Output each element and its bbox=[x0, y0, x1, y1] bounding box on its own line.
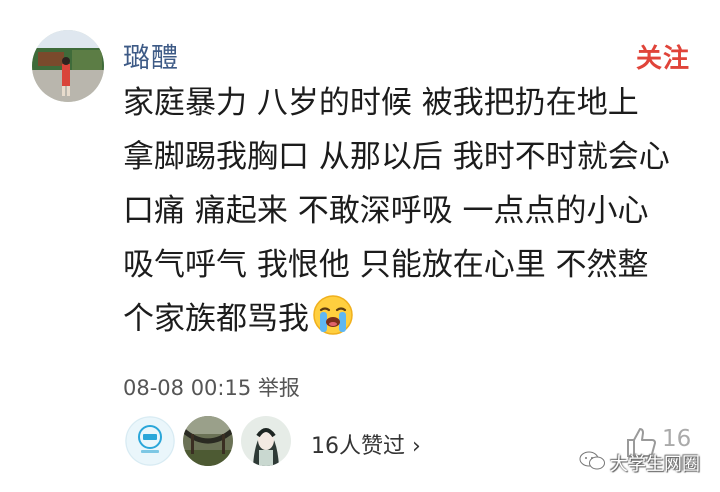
like-count: 16 bbox=[662, 426, 692, 452]
watermark-text: 大学生网圈 bbox=[610, 454, 700, 475]
post-line: 拿脚踢我胸口 从那以后 我时不时就会心 bbox=[123, 139, 670, 175]
ink-portrait-avatar[interactable] bbox=[241, 416, 291, 466]
post-line: 口痛 痛起来 不敢深呼吸 一点点的小心 bbox=[123, 193, 649, 229]
hammock-photo-avatar[interactable] bbox=[183, 416, 233, 466]
post-content: 家庭暴力 八岁的时候 被我把扔在地上 拿脚踢我胸口 从那以后 我时不时就会心 口… bbox=[123, 76, 708, 346]
report-link[interactable]: 举报 bbox=[258, 376, 300, 400]
username[interactable]: 璐醴 bbox=[123, 36, 179, 75]
post-line: 家庭暴力 八岁的时候 被我把扔在地上 bbox=[123, 85, 639, 121]
timestamp: 08-08 00:15 bbox=[123, 376, 252, 400]
likes-summary-link[interactable]: 16人赞过 › bbox=[311, 428, 421, 460]
user-avatar[interactable] bbox=[32, 30, 104, 102]
post-line-last: 个家族都骂我 bbox=[123, 292, 708, 346]
post-line: 个家族都骂我 bbox=[123, 301, 309, 337]
crying-face-icon bbox=[311, 293, 355, 337]
post-meta: 08-08 00:15 举报 bbox=[123, 372, 300, 402]
wechat-icon bbox=[578, 450, 606, 472]
post-line: 吸气呼气 我恨他 只能放在心里 不然整 bbox=[123, 247, 649, 283]
comment-card: 璐醴 关注 家庭暴力 八岁的时候 被我把扔在地上 拿脚踢我胸口 从那以后 我时不… bbox=[0, 0, 720, 492]
follow-button[interactable]: 关注 bbox=[636, 38, 690, 75]
timi-logo-avatar[interactable] bbox=[125, 416, 175, 466]
